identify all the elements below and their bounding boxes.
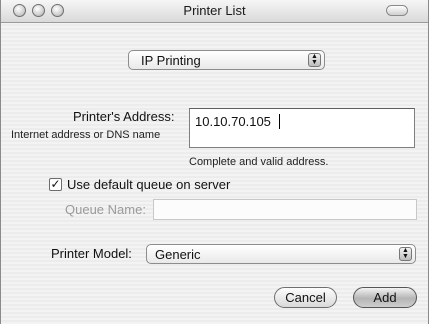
printer-address-hint: Internet address or DNS name <box>11 129 161 141</box>
default-queue-label[interactable]: Use default queue on server <box>67 177 230 192</box>
protocol-popup-value: IP Printing <box>141 53 201 68</box>
popup-arrows-icon: ▲ ▼ <box>399 247 412 261</box>
printer-model-label: Printer Model: <box>51 246 132 261</box>
cancel-button[interactable]: Cancel <box>274 287 337 308</box>
popup-arrows-icon: ▲ ▼ <box>308 53 321 67</box>
toolbar-toggle-button[interactable] <box>386 5 408 16</box>
queue-name-label: Queue Name: <box>65 202 146 217</box>
printer-address-label: Printer's Address: <box>73 109 175 124</box>
queue-name-field[interactable] <box>153 199 417 220</box>
printer-list-dialog: Printer List IP Printing ▲ ▼ Printer's Ad… <box>0 0 429 324</box>
protocol-popup[interactable]: IP Printing ▲ ▼ <box>128 50 325 70</box>
address-status-text: Complete and valid address. <box>189 156 329 168</box>
add-button[interactable]: Add <box>353 287 417 308</box>
window-title: Printer List <box>183 3 246 18</box>
checkmark-icon: ✓ <box>50 177 61 191</box>
printer-address-field[interactable]: 10.10.70.105 <box>189 108 415 148</box>
printer-address-value: 10.10.70.105 <box>195 114 271 129</box>
title-bar[interactable]: Printer List <box>1 0 428 23</box>
printer-model-value: Generic <box>155 247 201 262</box>
default-queue-checkbox[interactable]: ✓ <box>49 178 62 191</box>
text-cursor <box>279 114 280 129</box>
printer-model-popup[interactable]: Generic ▲ ▼ <box>146 244 416 264</box>
